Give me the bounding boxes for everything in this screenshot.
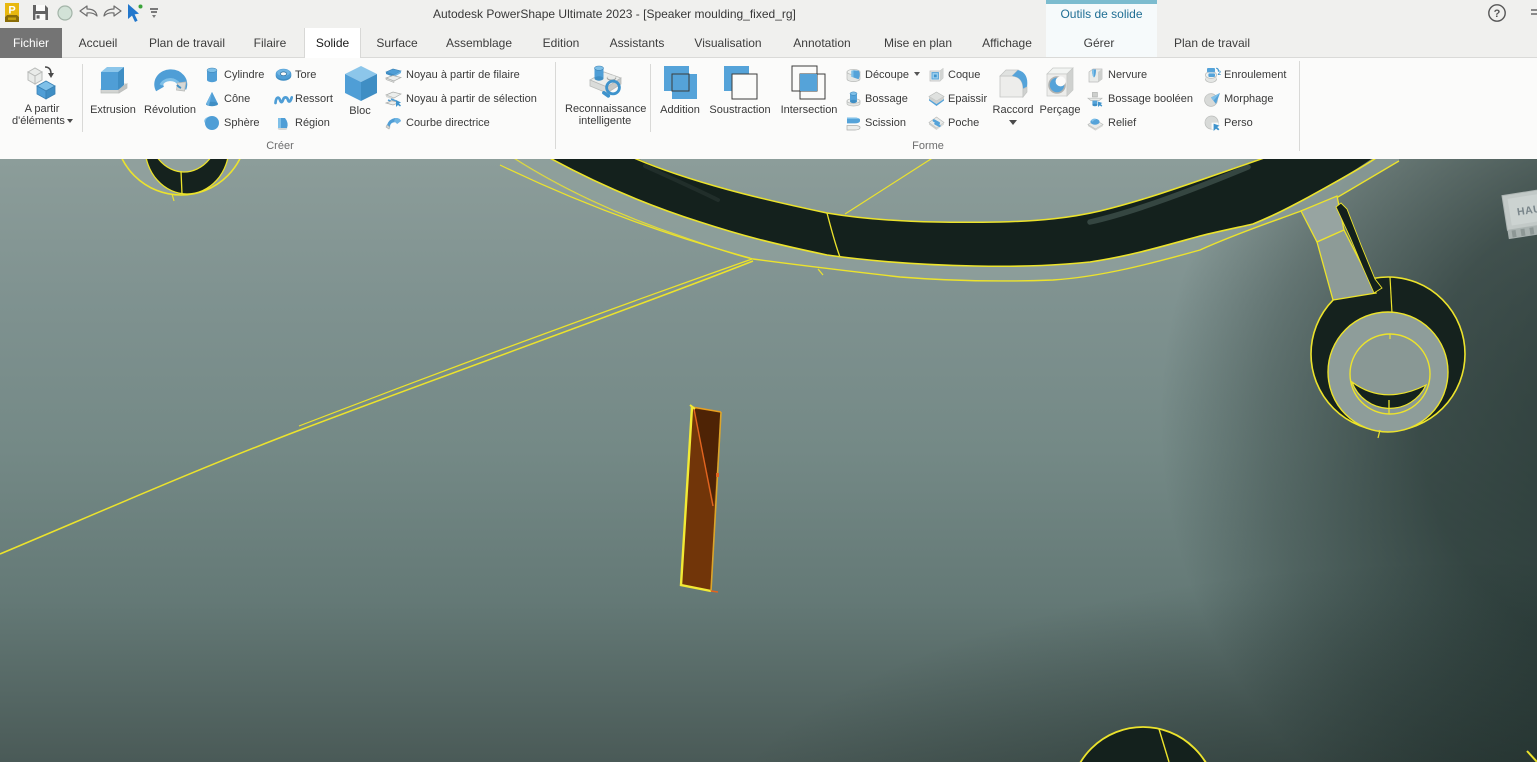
- svg-text:?: ?: [1494, 8, 1501, 20]
- svg-text:2: 2: [1218, 71, 1222, 77]
- svg-text:P: P: [8, 5, 15, 17]
